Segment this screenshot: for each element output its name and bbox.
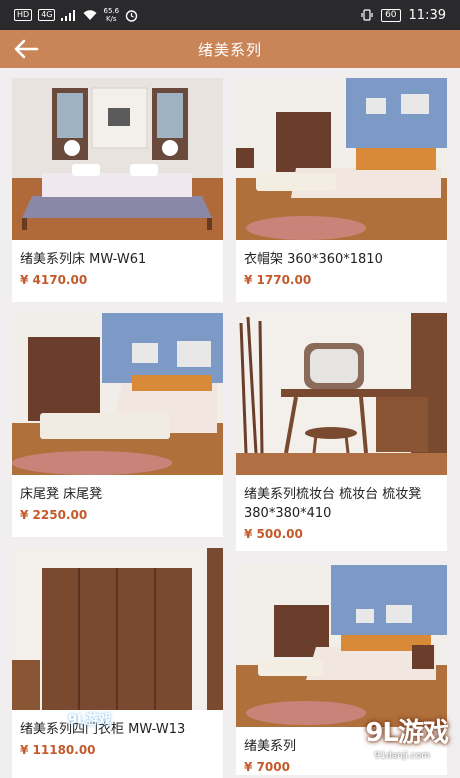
- product-name: 床尾凳 床尾凳: [12, 475, 223, 504]
- network-badge: 4G: [38, 9, 55, 21]
- site-watermark: 9L游戏 91danji.com: [365, 712, 448, 749]
- product-image-dresser: [236, 313, 447, 475]
- product-card[interactable]: 绪美系列四门衣柜 MW-W13 ¥ 11180.00: [12, 548, 223, 778]
- signal-icon: [61, 10, 77, 21]
- product-image-wardrobe: [12, 548, 223, 710]
- vibrate-icon: [361, 9, 373, 21]
- arrow-left-icon: [13, 39, 39, 59]
- clock: 11:39: [409, 8, 446, 23]
- watermark-overlay: 9L游戏: [68, 709, 111, 728]
- status-bar: HD 4G 65.6 K/s 60 11:39: [0, 0, 460, 30]
- product-image-bed: [12, 78, 223, 240]
- product-image-bench: [12, 313, 223, 475]
- back-button[interactable]: [10, 36, 42, 62]
- product-card[interactable]: 绪美系列床 MW-W61 ¥ 4170.00: [12, 78, 223, 302]
- battery-level: 60: [381, 9, 400, 22]
- hd-badge: HD: [14, 9, 32, 21]
- product-price: ¥ 2250.00: [12, 504, 223, 522]
- product-price: ¥ 4170.00: [12, 269, 223, 287]
- product-card[interactable]: 床尾凳 床尾凳 ¥ 2250.00: [12, 313, 223, 537]
- product-card[interactable]: 衣帽架 360*360*1810 ¥ 1770.00: [236, 78, 447, 302]
- product-card[interactable]: 绪美系列梳妆台 梳妆台 梳妆凳380*380*410 ¥ 500.00: [236, 313, 447, 551]
- alarm-icon: [125, 9, 138, 22]
- product-name: 绪美系列四门衣柜 MW-W13: [12, 710, 223, 739]
- product-name: 衣帽架 360*360*1810: [236, 240, 447, 269]
- product-image-bedroom: [236, 78, 447, 240]
- page-title: 绪美系列: [198, 39, 262, 60]
- wifi-icon: [83, 10, 97, 21]
- product-image-bedroom-set: [236, 565, 447, 727]
- product-price: ¥ 500.00: [236, 523, 447, 541]
- watermark-url: 91danji.com: [375, 751, 430, 761]
- product-name: 绪美系列床 MW-W61: [12, 240, 223, 269]
- network-speed: 65.6 K/s: [103, 7, 119, 23]
- watermark-logo: 9L游戏: [365, 712, 448, 749]
- product-price: ¥ 1770.00: [236, 269, 447, 287]
- title-bar: 绪美系列: [0, 30, 460, 68]
- product-price: ¥ 11180.00: [12, 739, 223, 757]
- product-name: 绪美系列梳妆台 梳妆台 梳妆凳380*380*410: [236, 475, 447, 523]
